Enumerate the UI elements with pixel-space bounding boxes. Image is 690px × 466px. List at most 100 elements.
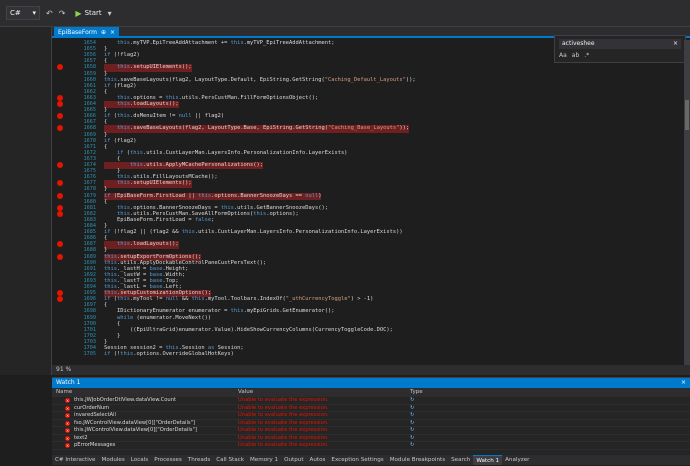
breakpoint-icon[interactable] <box>57 241 63 248</box>
refresh-icon[interactable]: ↻ <box>410 442 414 450</box>
undo-icon[interactable]: ↶ <box>46 9 53 18</box>
breakpoint-icon[interactable] <box>57 64 63 71</box>
watch-name[interactable]: text2 <box>74 435 88 443</box>
breakpoint-icon[interactable] <box>57 125 63 132</box>
code-line[interactable]: if (this.dsMenuItem != null || flag2) <box>104 113 224 120</box>
tab-epibaseform[interactable]: EpiBaseForm ⊕ × <box>54 27 120 38</box>
line-number: 1674 <box>83 162 97 168</box>
code-line[interactable]: if (!flag2) <box>104 52 140 59</box>
bottom-tab[interactable]: Autos <box>307 455 329 465</box>
breakpoint-icon[interactable] <box>57 192 63 199</box>
watch-row[interactable]: × pErrorMessages Unable to evaluate the ex… <box>52 442 690 450</box>
code-line[interactable]: this.myTVP.EpiTreeAddAttachment += this.… <box>104 40 334 47</box>
code-line[interactable]: if (this.utils.CustLayerMan.LayersInfo.P… <box>104 150 347 157</box>
watch-name[interactable]: curOrderNum <box>74 405 109 413</box>
code-line[interactable]: if (flag2) <box>104 83 136 90</box>
line-number: 1657 <box>83 58 97 65</box>
watch-row[interactable]: × text2 Unable to evaluate the expression.… <box>52 435 690 443</box>
line-number: 1688 <box>83 247 97 254</box>
whole-word-icon[interactable]: ab <box>572 52 580 59</box>
bottom-tab[interactable]: Modules <box>99 455 128 465</box>
breakpoint-icon[interactable] <box>57 162 63 168</box>
code-line[interactable]: if (flag2) <box>104 138 136 145</box>
watch-value: Unable to evaluate the expression. <box>238 442 329 448</box>
watch-row[interactable]: × this.JWJobOrderDtlView.dataView.Count Un… <box>52 397 690 405</box>
close-icon[interactable]: × <box>673 40 678 48</box>
code-line[interactable]: this.setupUIElements(); <box>104 180 192 188</box>
bottom-tab[interactable]: Module Breakpoints <box>387 455 448 465</box>
bottom-tab[interactable]: Call Stack <box>213 455 247 465</box>
col-value[interactable]: Value <box>238 388 253 397</box>
bottom-tab[interactable]: Output <box>281 455 306 465</box>
code-line[interactable]: this.saveBaseLayouts(flag2, LayoutType.B… <box>104 125 410 133</box>
close-icon[interactable]: × <box>681 378 686 388</box>
pin-icon[interactable]: ⊕ <box>101 27 106 38</box>
bottom-tab[interactable]: Analyzer <box>502 455 532 465</box>
match-case-icon[interactable]: Aa <box>559 52 567 59</box>
bottom-tab[interactable]: C# Interactive <box>52 455 99 465</box>
line-number: 1703 <box>83 338 97 345</box>
watch-name[interactable]: this.JWControlView.dataView[0]["OrderDet… <box>74 427 197 435</box>
watch-row[interactable]: × fso.JWControlView.dataView[0]["OrderDet… <box>52 420 690 428</box>
code-area[interactable]: this.myTVP.EpiTreeAddAttachment += this.… <box>104 40 684 365</box>
code-line[interactable]: if (!this.options.OverrideGlobalHotKeys) <box>104 351 234 358</box>
col-name[interactable]: Name <box>56 388 72 397</box>
refresh-icon[interactable]: ↻ <box>410 405 414 413</box>
code-line[interactable]: EpiBaseForm.FirstLoad = false; <box>104 217 214 224</box>
bottom-tab[interactable]: Locals <box>128 455 151 465</box>
watch-row[interactable]: × this.JWControlView.dataView[0]["OrderDe… <box>52 427 690 435</box>
find-input[interactable]: activeshee × <box>559 39 681 49</box>
left-tool-strip <box>0 27 52 375</box>
bottom-tab[interactable]: Processes <box>151 455 185 465</box>
code-line[interactable]: if (EpiBaseForm.FirstLoad || this.option… <box>104 192 322 200</box>
line-number: 1684 <box>83 223 97 229</box>
code-line[interactable]: this.utils.ApplyMCachePersonalizations()… <box>104 162 264 170</box>
breakpoint-icon[interactable] <box>57 204 63 211</box>
refresh-icon[interactable]: ↻ <box>410 427 414 435</box>
breakpoint-icon[interactable] <box>57 94 63 101</box>
breakpoint-icon[interactable] <box>57 180 63 187</box>
watch-header: Name Value Type <box>52 388 690 397</box>
refresh-icon[interactable]: ↻ <box>410 435 414 443</box>
code-editor[interactable]: 1654 1655 1656 1657 1658 1659 1660 1661 1662 1663… <box>52 40 684 365</box>
breakpoint-icon[interactable] <box>57 253 63 260</box>
code-line[interactable]: this.loadLayouts(); <box>104 241 179 249</box>
code-line[interactable]: this.loadLayouts(); <box>104 101 179 109</box>
breakpoint-icon[interactable] <box>57 113 63 120</box>
zoom-level[interactable]: 91 % <box>56 366 71 373</box>
line-number: 1661 <box>83 82 97 89</box>
language-combo[interactable]: C# ▾ <box>6 6 40 20</box>
redo-icon[interactable]: ↷ <box>59 9 66 18</box>
breakpoint-icon[interactable] <box>57 210 63 217</box>
attach-dropdown-icon[interactable]: ▾ <box>108 9 112 18</box>
scrollbar-thumb[interactable] <box>685 100 689 130</box>
editor-scrollbar[interactable] <box>684 40 690 365</box>
editor-gutter[interactable]: 1654 1655 1656 1657 1658 1659 1660 1661 1662 1663… <box>52 40 96 365</box>
bottom-tab[interactable]: Threads <box>185 455 213 465</box>
code-line[interactable]: if (this.myTool != null && this.myTool.T… <box>104 296 373 303</box>
refresh-icon[interactable]: ↻ <box>410 420 414 428</box>
code-line[interactable]: if (!flag2 || (flag2 && this.utils.CustL… <box>104 229 403 236</box>
breakpoint-icon[interactable] <box>57 290 63 297</box>
bottom-tab[interactable]: Memory 1 <box>247 455 281 465</box>
start-button[interactable]: ▶ Start <box>75 9 101 18</box>
code-line[interactable]: ((EpiUltraGrid)enumerator.Value).HideSho… <box>104 327 393 334</box>
refresh-icon[interactable]: ↻ <box>410 397 414 405</box>
breakpoint-icon[interactable] <box>57 101 63 107</box>
bottom-tab[interactable]: Search <box>448 455 473 465</box>
bottom-tab[interactable]: Watch 1 <box>473 455 503 465</box>
watch-name[interactable]: fso.JWControlView.dataView[0]["OrderDeta… <box>74 420 195 428</box>
code-line[interactable]: this.setupUIElements(); <box>104 64 192 72</box>
watch-name[interactable]: pErrorMessages <box>74 442 115 450</box>
refresh-icon[interactable]: ↻ <box>410 412 414 420</box>
regex-icon[interactable]: .* <box>584 52 589 59</box>
code-line[interactable]: this.saveBaseLayouts(flag2, LayoutType.D… <box>104 77 416 84</box>
watch-name[interactable]: invaredSelectAll <box>74 412 116 420</box>
watch-row[interactable]: × curOrderNum Unable to evaluate the expre… <box>52 405 690 413</box>
bottom-tab[interactable]: Exception Settings <box>328 455 386 465</box>
breakpoint-icon[interactable] <box>57 296 63 303</box>
watch-name[interactable]: this.JWJobOrderDtlView.dataView.Count <box>74 397 176 405</box>
close-icon[interactable]: × <box>110 27 115 38</box>
watch-row[interactable]: × invaredSelectAll Unable to evaluate the … <box>52 412 690 420</box>
col-type[interactable]: Type <box>410 388 423 397</box>
